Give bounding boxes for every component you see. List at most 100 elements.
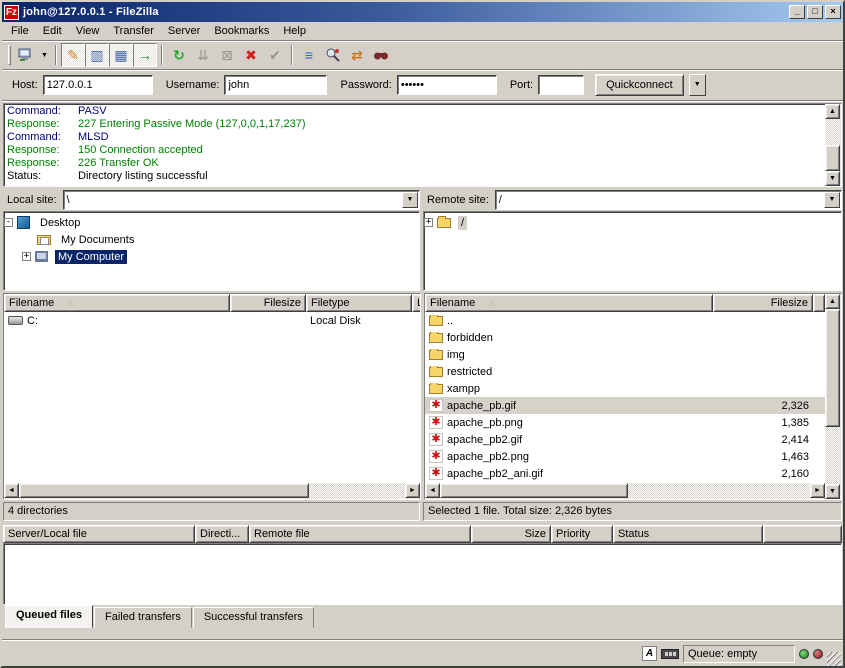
column-header-remote-file[interactable]: Remote file [249, 525, 471, 543]
column-header-priority[interactable]: Priority [551, 525, 613, 543]
scroll-up-icon[interactable]: ▲ [825, 294, 840, 309]
resize-grip[interactable] [827, 652, 841, 666]
expand-icon[interactable]: + [22, 252, 31, 261]
scroll-right-icon[interactable]: ► [810, 483, 825, 498]
menu-bar: File Edit View Transfer Server Bookmarks… [2, 22, 843, 41]
host-input[interactable] [43, 75, 153, 95]
file-row-selected[interactable]: ✱apache_pb.gif 2,326 [425, 397, 825, 414]
magnifier-icon [325, 47, 341, 63]
expand-icon[interactable]: + [424, 218, 433, 227]
remote-vertical-scrollbar[interactable]: ▲ ▼ [825, 294, 841, 499]
file-name: apache_pb2_ani.gif [447, 468, 543, 480]
password-input[interactable] [397, 75, 497, 95]
scrollbar-thumb[interactable] [825, 309, 840, 427]
column-header-lastmodified-partial[interactable]: L [412, 294, 420, 312]
collapse-icon[interactable]: - [4, 218, 13, 227]
filter-button[interactable]: ≡ [297, 43, 321, 67]
site-manager-dropdown[interactable]: ▼ [38, 43, 51, 67]
file-row-c-drive[interactable]: C: Local Disk [4, 312, 420, 329]
file-row[interactable]: ✱apache_pb2.gif 2,414 [425, 431, 825, 448]
remote-site-combo[interactable]: / ▼ [495, 190, 842, 210]
column-header-size[interactable]: Size [471, 525, 551, 543]
tree-item-desktop[interactable]: - Desktop [4, 214, 419, 231]
sort-ascending-icon: △ [489, 299, 494, 307]
column-header-filesize[interactable]: Filesize [713, 294, 813, 312]
menu-edit[interactable]: Edit [36, 23, 69, 39]
toggle-queue-button[interactable]: → [133, 43, 157, 67]
tree-item-my-computer[interactable]: + My Computer [4, 248, 419, 265]
tree-item-root[interactable]: + / [424, 214, 841, 231]
quickconnect-dropdown[interactable]: ▼ [689, 74, 706, 96]
disconnect-button[interactable]: ✖ [239, 43, 263, 67]
menu-help[interactable]: Help [276, 23, 313, 39]
close-button[interactable]: × [825, 5, 841, 19]
list-status-row: 4 directories Selected 1 file. Total siz… [2, 500, 843, 521]
tree-item-my-documents[interactable]: My Documents [4, 231, 419, 248]
toggle-remote-tree-button[interactable]: ▦ [109, 43, 133, 67]
scroll-down-icon[interactable]: ▼ [825, 171, 840, 186]
scrollbar-thumb[interactable] [825, 145, 840, 171]
column-header-direction[interactable]: Directi... [195, 525, 249, 543]
local-horizontal-scrollbar[interactable]: ◄ ► [4, 483, 420, 499]
maximize-button[interactable]: □ [807, 5, 823, 19]
local-site-combo[interactable]: \ ▼ [63, 190, 420, 210]
site-manager-button[interactable] [14, 43, 38, 67]
scrollbar-thumb[interactable] [19, 483, 309, 498]
file-row[interactable]: ✱apache_pb2_ani.gif 2,160 [425, 465, 825, 482]
process-queue-button[interactable]: ⇊ [191, 43, 215, 67]
menu-bookmarks[interactable]: Bookmarks [207, 23, 276, 39]
transfer-type-ascii-icon: A [642, 646, 657, 661]
column-header-filetype[interactable]: Filetype [306, 294, 412, 312]
file-row[interactable]: forbidden [425, 329, 825, 346]
chevron-down-icon[interactable]: ▼ [824, 192, 840, 208]
port-input[interactable] [538, 75, 584, 95]
file-row[interactable]: xampp [425, 380, 825, 397]
message-log-body: Command:PASV Response:227 Entering Passi… [4, 104, 825, 186]
scroll-up-icon[interactable]: ▲ [825, 104, 840, 119]
remote-horizontal-scrollbar[interactable]: ◄ ► [425, 483, 825, 499]
indicator-light-green [799, 649, 809, 659]
file-row[interactable]: ✱apache_pb2.png 1,463 [425, 448, 825, 465]
status-bar: A Queue: empty [2, 640, 843, 666]
column-header-status[interactable]: Status [613, 525, 763, 543]
menu-server[interactable]: Server [161, 23, 207, 39]
toggle-local-tree-button[interactable]: ▥ [85, 43, 109, 67]
cancel-operation-button[interactable]: ⊠ [215, 43, 239, 67]
column-header-filename[interactable]: Filename△ [4, 294, 230, 312]
file-name: apache_pb.png [447, 417, 523, 429]
chevron-down-icon[interactable]: ▼ [402, 192, 418, 208]
column-header-server-local-file[interactable]: Server/Local file [3, 525, 195, 543]
menu-view[interactable]: View [69, 23, 107, 39]
compare-directories-button[interactable] [321, 43, 345, 67]
file-row[interactable]: ✱apache_pb.png 1,385 [425, 414, 825, 431]
menu-file[interactable]: File [4, 23, 36, 39]
tab-successful-transfers[interactable]: Successful transfers [193, 607, 314, 628]
tab-queued-files[interactable]: Queued files [5, 605, 93, 628]
quickconnect-bar: Host: Username: Password: Port: Quickcon… [2, 70, 843, 101]
local-tree: - Desktop My Documents + My Computer [3, 211, 420, 291]
menu-transfer[interactable]: Transfer [106, 23, 161, 39]
file-row[interactable]: restricted [425, 363, 825, 380]
log-vertical-scrollbar[interactable]: ▲ ▼ [825, 104, 841, 186]
sync-browsing-button[interactable]: ⇄ [345, 43, 369, 67]
find-files-button[interactable] [369, 43, 393, 67]
scroll-right-icon[interactable]: ► [405, 483, 420, 498]
reconnect-button[interactable]: ✔ [263, 43, 287, 67]
scroll-down-icon[interactable]: ▼ [825, 484, 840, 499]
refresh-button[interactable]: ↻ [167, 43, 191, 67]
scroll-left-icon[interactable]: ◄ [425, 483, 440, 498]
file-row[interactable]: .. [425, 312, 825, 329]
toggle-message-log-button[interactable]: ✎ [61, 43, 85, 67]
log-text: PASV [78, 105, 107, 118]
quickconnect-button[interactable]: Quickconnect [595, 74, 684, 96]
minimize-button[interactable]: _ [789, 5, 805, 19]
column-header-filename[interactable]: Filename△ [425, 294, 713, 312]
column-header-filesize[interactable]: Filesize [230, 294, 306, 312]
scrollbar-thumb[interactable] [440, 483, 628, 498]
file-name: apache_pb2.png [447, 451, 529, 463]
username-input[interactable] [224, 75, 327, 95]
remote-site-panel: Remote site: / ▼ + / [423, 189, 842, 291]
tab-failed-transfers[interactable]: Failed transfers [94, 607, 192, 628]
file-row[interactable]: img [425, 346, 825, 363]
scroll-left-icon[interactable]: ◄ [4, 483, 19, 498]
